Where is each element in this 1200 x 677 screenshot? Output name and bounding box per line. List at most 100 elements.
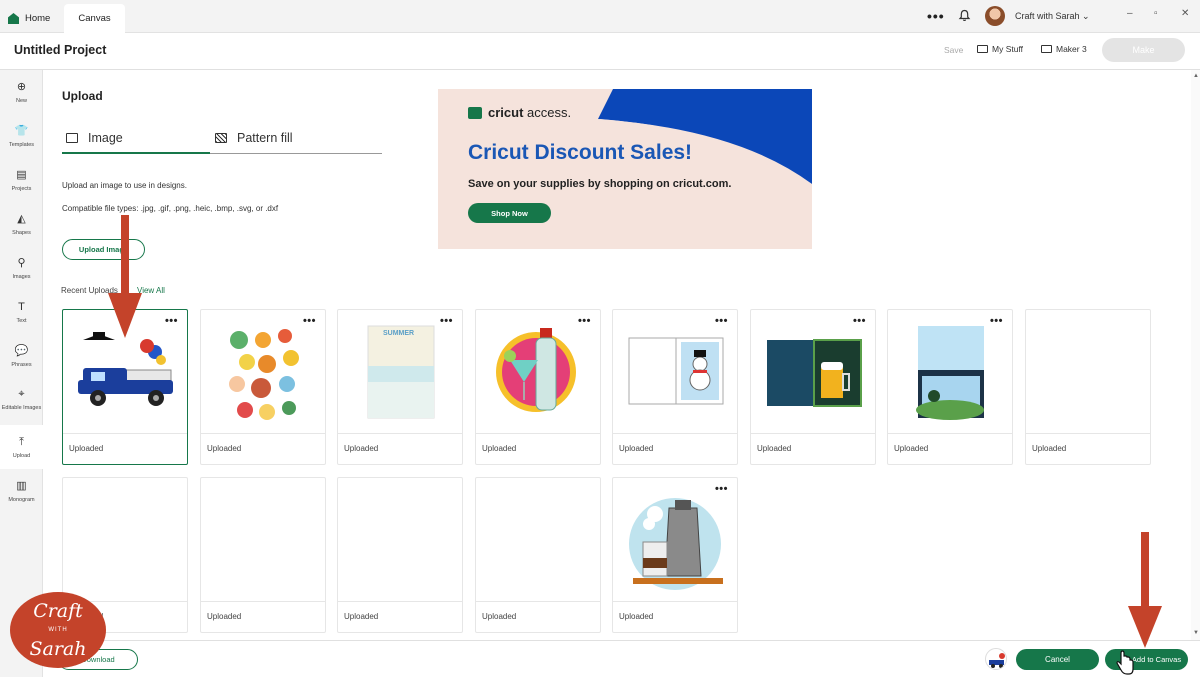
more-options-icon[interactable]: ••• bbox=[303, 316, 316, 327]
more-options-icon[interactable]: ••• bbox=[990, 316, 1003, 327]
avatar[interactable] bbox=[985, 6, 1005, 26]
sidebar-item-projects[interactable]: ▤ Projects bbox=[0, 158, 43, 202]
sidebar-item-new[interactable]: ⊕ New bbox=[0, 70, 43, 114]
card-footer: Uploaded bbox=[201, 601, 325, 632]
card-status-label: Uploaded bbox=[69, 444, 104, 453]
sidebar-item-upload[interactable]: ⤒ Upload bbox=[0, 425, 43, 469]
envelope-icon bbox=[977, 45, 988, 53]
annotation-arrow-right bbox=[1128, 532, 1162, 648]
more-menu-icon[interactable]: ••• bbox=[927, 8, 945, 24]
scroll-down-icon[interactable]: ▼ bbox=[1193, 630, 1199, 636]
sidebar-item-label: Projects bbox=[11, 185, 32, 192]
sidebar-item-label: Shapes bbox=[12, 229, 31, 236]
hand-cursor-icon bbox=[1116, 650, 1134, 675]
upload-card[interactable]: ••• Uploaded bbox=[475, 309, 601, 465]
bell-icon[interactable] bbox=[958, 9, 971, 22]
text-icon: T bbox=[18, 300, 25, 313]
tab-pattern-fill[interactable]: Pattern fill bbox=[215, 131, 293, 145]
close-icon[interactable]: ✕ bbox=[1181, 8, 1189, 19]
sidebar-item-templates[interactable]: 👕 Templates bbox=[0, 114, 43, 158]
upload-card[interactable]: Uploaded bbox=[200, 477, 326, 633]
my-stuff-button[interactable]: My Stuff bbox=[977, 44, 1023, 54]
sidebar-item-monogram[interactable]: ▥ Monogram bbox=[0, 469, 43, 513]
tab-image-label: Image bbox=[88, 131, 123, 145]
logo-line-with: WITH bbox=[48, 626, 68, 633]
more-options-icon[interactable]: ••• bbox=[440, 316, 453, 327]
upload-thumbnail bbox=[476, 478, 600, 602]
upload-card[interactable]: ••• Uploaded bbox=[200, 309, 326, 465]
title-bar: Home Canvas ••• Craft with Sarah ⌄ – ▫ ✕ bbox=[0, 0, 1200, 33]
left-rail: ⊕ New 👕 Templates ▤ Projects ◭ Shapes ⚲ Images T Te… bbox=[0, 70, 43, 677]
card-footer: Uploaded bbox=[476, 433, 600, 464]
active-tab-indicator bbox=[62, 152, 210, 154]
upload-card[interactable]: SUMMER ••• Uploaded bbox=[337, 309, 463, 465]
scroll-up-icon[interactable]: ▲ bbox=[1193, 73, 1199, 79]
card-status-label: Uploaded bbox=[894, 444, 929, 453]
restore-icon[interactable]: ▫ bbox=[1154, 8, 1158, 19]
cricut-logo-icon bbox=[468, 106, 482, 119]
shapes-icon: ◭ bbox=[17, 212, 26, 225]
card-status-label: Uploaded bbox=[619, 444, 654, 453]
upload-card[interactable]: ••• Uploaded bbox=[887, 309, 1013, 465]
image-icon bbox=[66, 133, 78, 143]
card-footer: Uploaded bbox=[751, 433, 875, 464]
more-options-icon[interactable]: ••• bbox=[715, 484, 728, 495]
card-status-label: Uploaded bbox=[344, 612, 379, 621]
upload-card[interactable]: ••• Uploaded bbox=[612, 309, 738, 465]
upload-card[interactable]: Uploaded bbox=[337, 477, 463, 633]
card-status-label: Uploaded bbox=[1032, 444, 1067, 453]
clipboard-icon: ▤ bbox=[16, 168, 27, 181]
selected-image-preview bbox=[985, 648, 1007, 670]
logo-suffix: access. bbox=[523, 105, 572, 120]
card-footer: Uploaded bbox=[201, 433, 325, 464]
upload-thumbnail: SUMMER bbox=[338, 310, 462, 434]
sidebar-item-images[interactable]: ⚲ Images bbox=[0, 246, 43, 290]
sidebar-item-label: Upload bbox=[12, 452, 31, 459]
logo-line-craft: Craft bbox=[33, 599, 83, 622]
upload-card[interactable]: ••• Uploaded bbox=[612, 477, 738, 633]
more-options-icon[interactable]: ••• bbox=[715, 316, 728, 327]
save-button[interactable]: Save bbox=[944, 45, 963, 55]
upload-thumbnail bbox=[1026, 310, 1150, 434]
card-status-label: Uploaded bbox=[207, 444, 242, 453]
upload-thumbnail bbox=[201, 478, 325, 602]
sidebar-item-text[interactable]: T Text bbox=[0, 290, 43, 334]
upload-card[interactable]: Uploaded bbox=[1025, 309, 1151, 465]
promo-banner[interactable]: cricut access. Cricut Discount Sales! Sa… bbox=[438, 89, 812, 249]
chevron-down-icon: ⌄ bbox=[1082, 11, 1090, 21]
machine-button[interactable]: Maker 3 bbox=[1041, 44, 1087, 54]
file-types-info: Compatible file types: .jpg, .gif, .png,… bbox=[62, 204, 279, 213]
card-status-label: Uploaded bbox=[207, 612, 242, 621]
upload-thumbnail bbox=[751, 310, 875, 434]
user-menu[interactable]: Craft with Sarah ⌄ bbox=[1015, 11, 1090, 22]
logo-line-sarah: Sarah bbox=[29, 637, 87, 660]
sidebar-item-label: Phrases bbox=[11, 361, 32, 368]
tab-canvas[interactable]: Canvas bbox=[64, 4, 125, 33]
card-footer: Uploaded bbox=[476, 601, 600, 632]
upload-card[interactable]: ••• Uploaded bbox=[750, 309, 876, 465]
tab-canvas-label: Canvas bbox=[78, 13, 111, 24]
more-options-icon[interactable]: ••• bbox=[853, 316, 866, 327]
bulb-icon: ⚲ bbox=[17, 256, 26, 269]
sidebar-item-phrases[interactable]: 💬 Phrases bbox=[0, 334, 43, 378]
card-status-label: Uploaded bbox=[344, 444, 379, 453]
sidebar-item-label: Monogram bbox=[8, 496, 35, 503]
scrollbar[interactable] bbox=[1191, 70, 1200, 640]
sidebar-item-shapes[interactable]: ◭ Shapes bbox=[0, 202, 43, 246]
more-options-icon[interactable]: ••• bbox=[578, 316, 591, 327]
pattern-icon bbox=[215, 133, 227, 143]
card-footer: Uploaded bbox=[613, 601, 737, 632]
tab-image[interactable]: Image bbox=[66, 131, 123, 145]
card-status-label: Uploaded bbox=[757, 444, 792, 453]
upload-card[interactable]: Uploaded bbox=[475, 477, 601, 633]
minimize-icon[interactable]: – bbox=[1127, 8, 1133, 19]
make-button[interactable]: Make bbox=[1102, 38, 1185, 62]
more-options-icon[interactable]: ••• bbox=[165, 316, 178, 327]
tab-home[interactable]: Home bbox=[8, 4, 50, 33]
machine-icon bbox=[1041, 45, 1052, 53]
upload-thumbnail bbox=[476, 310, 600, 434]
shop-now-button[interactable]: Shop Now bbox=[468, 203, 551, 223]
sidebar-item-editable-images[interactable]: ⌖ Editable Images bbox=[0, 377, 43, 421]
plus-circle-icon: ⊕ bbox=[16, 80, 27, 93]
cancel-button[interactable]: Cancel bbox=[1016, 649, 1099, 670]
